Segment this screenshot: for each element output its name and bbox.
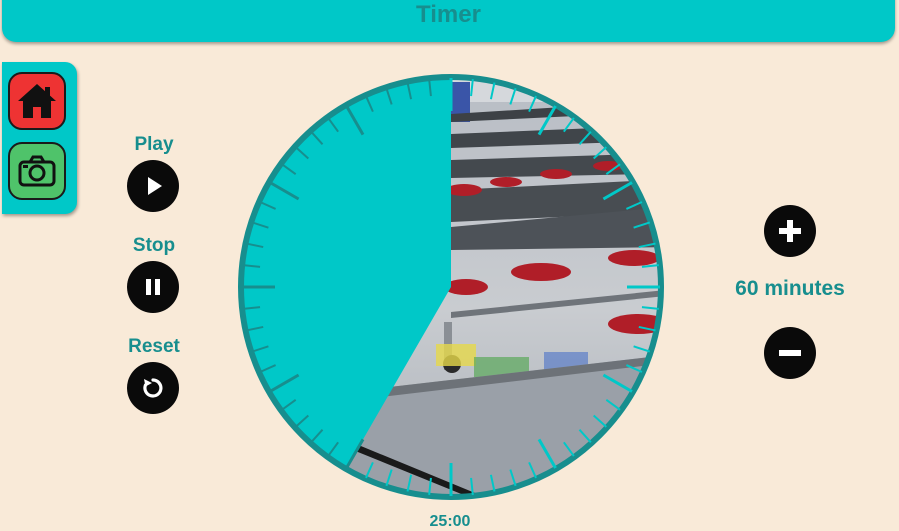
minus-icon	[779, 350, 801, 356]
decrease-button[interactable]	[764, 327, 816, 379]
sidebar	[2, 62, 77, 214]
header-bar: Timer	[2, 0, 895, 42]
reset-button[interactable]	[127, 362, 179, 414]
plus-icon	[779, 220, 801, 242]
timer-app: Timer Play Stop Reset 60 minutes 25:00	[0, 0, 899, 531]
reset-label: Reset	[128, 336, 180, 357]
increase-button[interactable]	[764, 205, 816, 257]
reset-icon	[143, 378, 163, 398]
remaining-time-display: 25:00	[429, 513, 471, 530]
home-button[interactable]	[8, 72, 66, 130]
duration-label: 60 minutes	[735, 277, 845, 300]
stop-label: Stop	[132, 235, 176, 256]
stop-button[interactable]	[127, 261, 179, 313]
camera-button[interactable]	[8, 142, 66, 200]
home-icon	[18, 84, 56, 118]
play-icon	[148, 177, 162, 195]
page-title: Timer	[416, 1, 481, 28]
timer-dial[interactable]	[226, 62, 676, 512]
camera-icon	[18, 155, 56, 187]
play-button[interactable]	[127, 160, 179, 212]
pause-icon	[146, 279, 160, 295]
play-label: Play	[134, 134, 174, 155]
